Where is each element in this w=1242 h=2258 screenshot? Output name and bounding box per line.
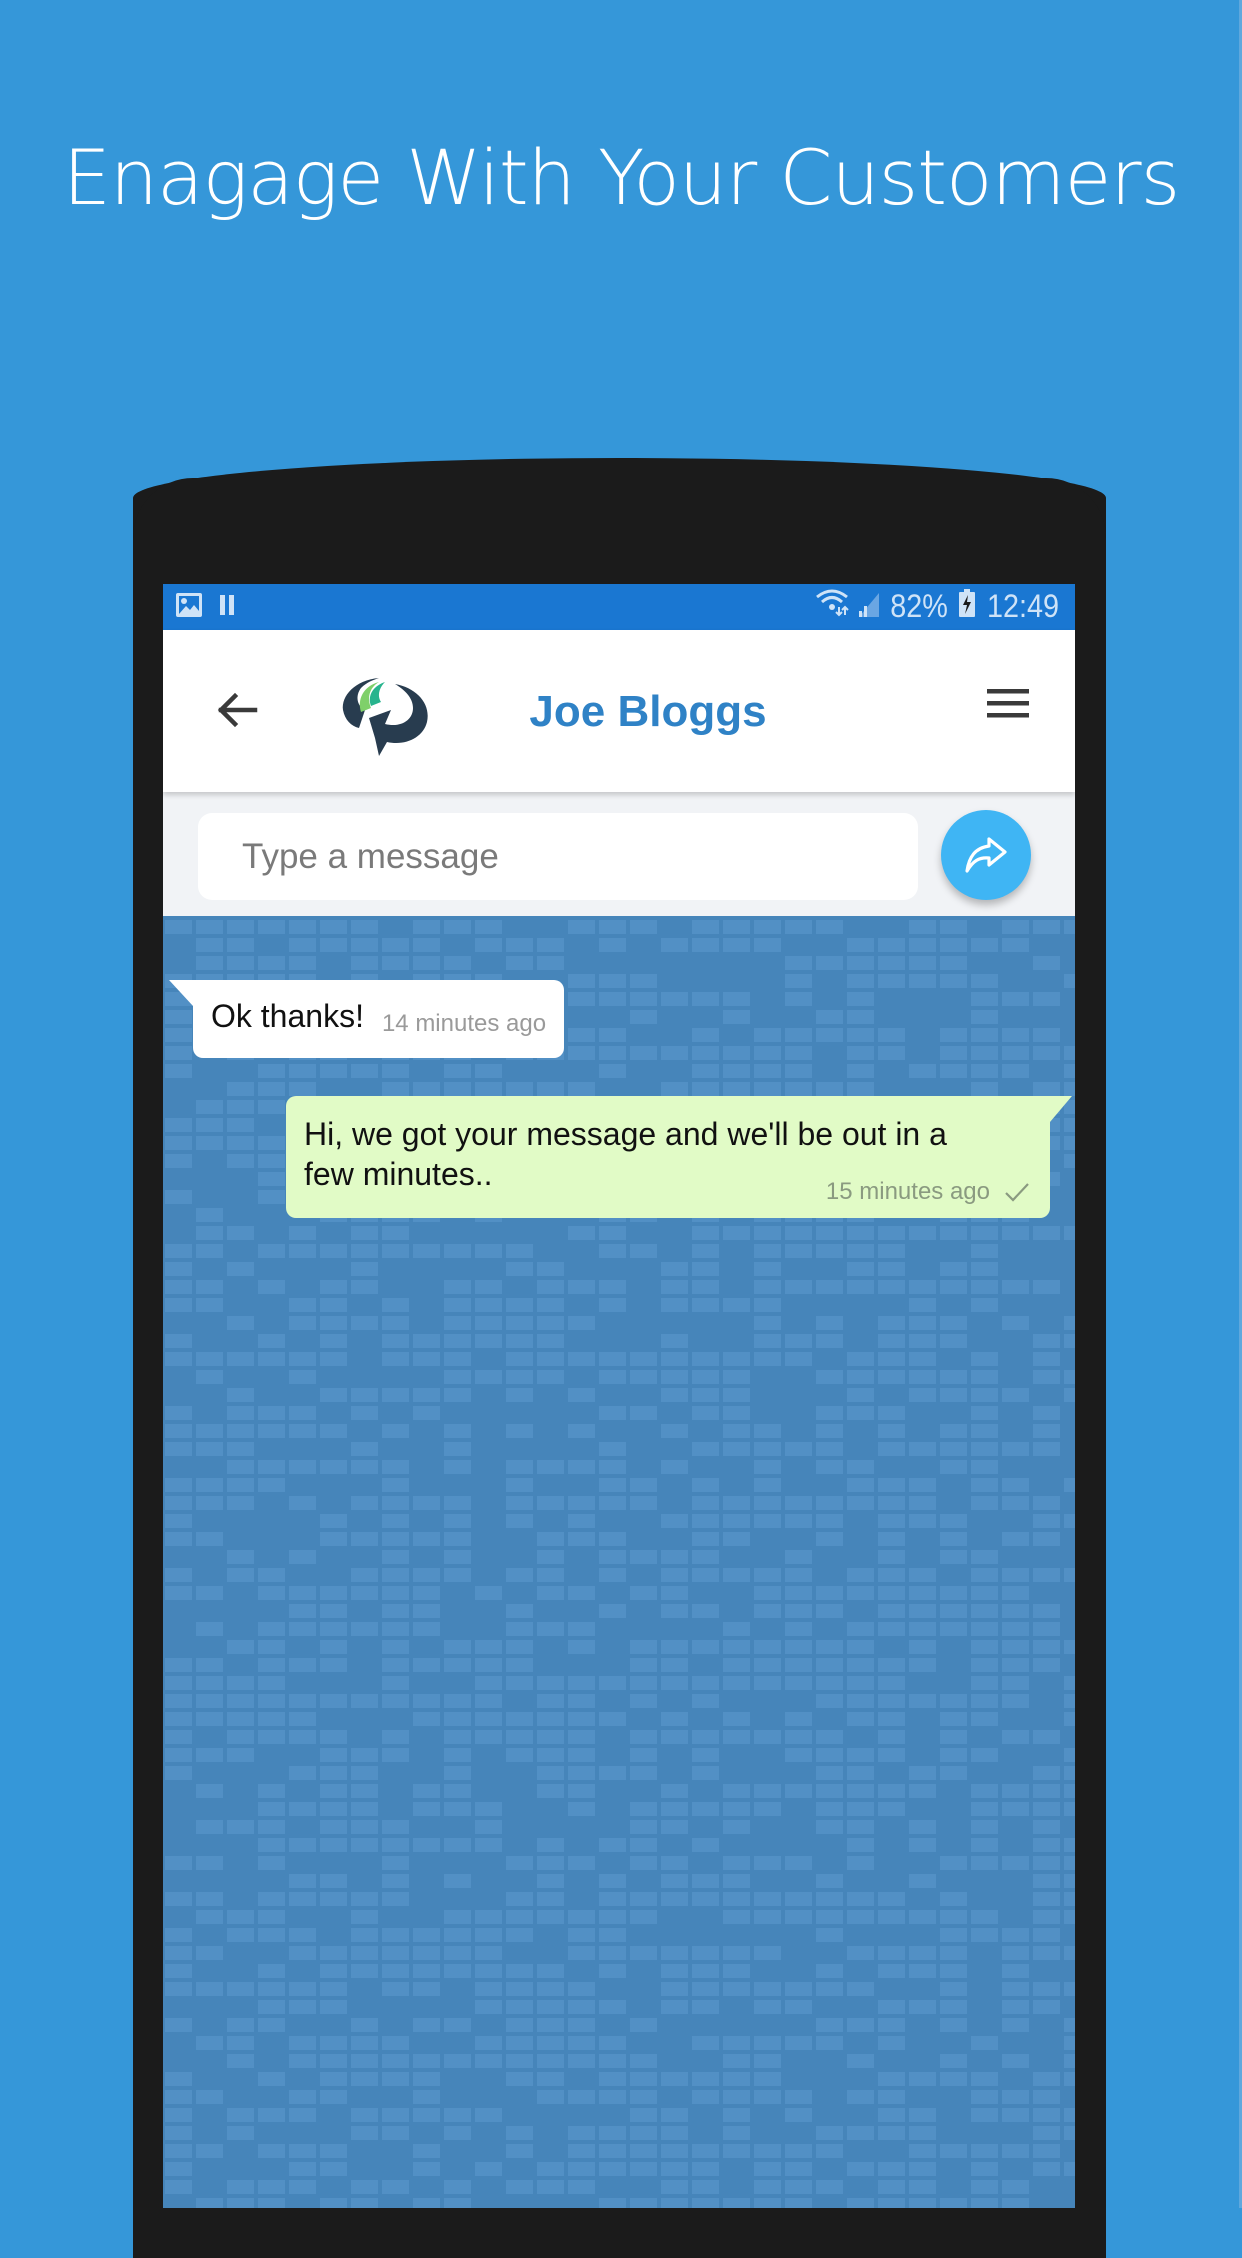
message-outgoing[interactable]: Hi, we got your message and we'll be out…: [286, 1096, 1072, 1218]
image-icon: [175, 592, 203, 623]
app-bar: Joe Bloggs: [163, 630, 1075, 792]
pause-icon: [219, 594, 235, 621]
hamburger-menu-icon: [987, 689, 1029, 718]
status-bar: 82% 12:49: [163, 584, 1075, 630]
menu-button[interactable]: [983, 680, 1031, 728]
battery-charging-icon: [958, 588, 975, 625]
share-forward-icon: [965, 837, 1007, 873]
contact-name[interactable]: Joe Bloggs: [483, 682, 813, 742]
wifi-icon: [815, 587, 849, 625]
message-composer: [163, 792, 1075, 916]
back-button[interactable]: [213, 686, 261, 734]
message-input[interactable]: [198, 813, 918, 900]
check-icon: [1005, 1183, 1029, 1202]
headline: Enagage With Your Customers: [62, 133, 1180, 222]
chat-area: Ok thanks! 14 minutes ago Hi, we got you…: [163, 916, 1075, 2208]
battery-percent: 82%: [890, 587, 948, 624]
chat-logo: [339, 676, 435, 756]
clock: 12:49: [986, 587, 1059, 624]
message-incoming[interactable]: Ok thanks! 14 minutes ago: [168, 980, 565, 1058]
message-time: 15 minutes ago: [825, 1178, 990, 1205]
send-button[interactable]: [941, 810, 1031, 900]
signal-icon: [857, 588, 879, 625]
phone-screen: 82% 12:49 Joe Bloggs Type a message Ok t…: [163, 584, 1075, 2208]
message-text: Ok thanks!: [211, 998, 364, 1034]
message-time: 14 minutes ago: [381, 1010, 547, 1037]
arrow-left-icon: [217, 692, 258, 728]
